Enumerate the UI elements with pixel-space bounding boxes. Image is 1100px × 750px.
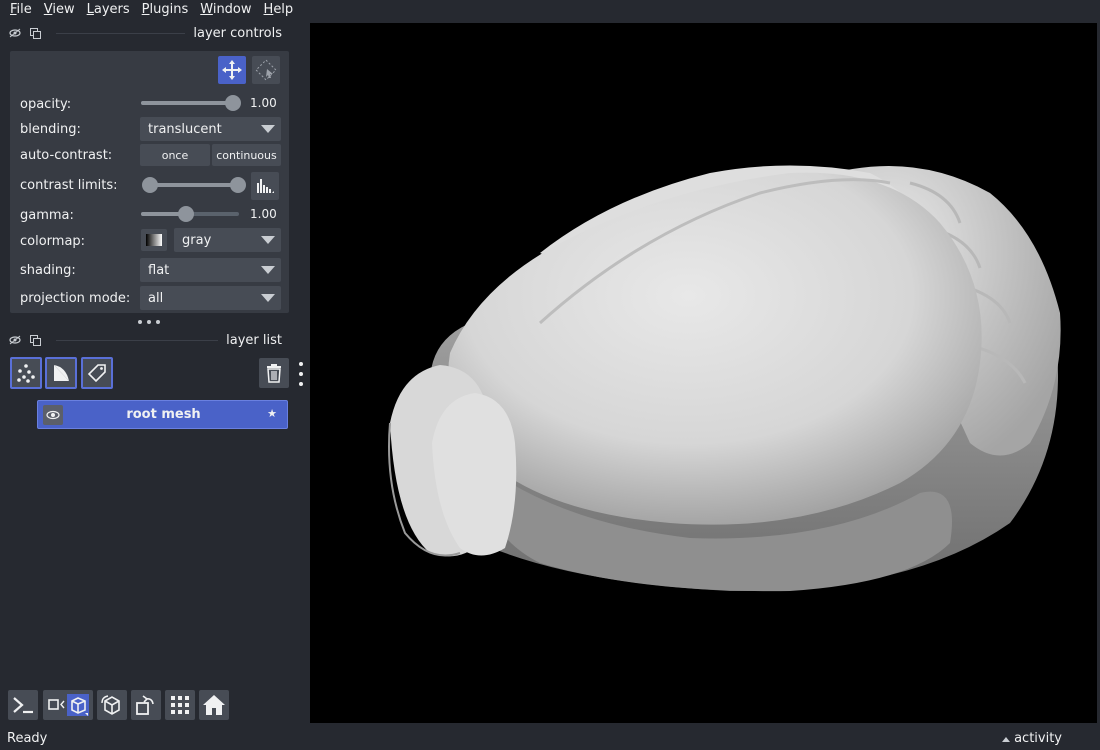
trash-icon [267, 364, 281, 383]
status-bar: Ready activity [0, 728, 1100, 750]
blending-select[interactable]: translucent [140, 117, 281, 141]
layer-item-root-mesh[interactable]: root mesh ★ [37, 400, 288, 429]
colormap-select[interactable]: gray [174, 228, 281, 252]
contrast-low-handle[interactable] [142, 177, 158, 193]
eye-toggle-icon[interactable] [8, 26, 22, 40]
gamma-label: gamma: [20, 208, 74, 223]
layer-name: root mesh [126, 407, 201, 422]
grid-view-button[interactable] [165, 690, 195, 720]
pan-zoom-button[interactable] [218, 56, 246, 84]
transpose-button[interactable] [131, 690, 161, 720]
gamma-value: 1.00 [250, 207, 277, 221]
opacity-value: 1.00 [250, 96, 277, 110]
transpose-icon [136, 695, 154, 715]
dot-icon [299, 382, 303, 386]
chevron-down-icon [261, 236, 275, 244]
cube-icon [101, 695, 120, 715]
gamma-slider[interactable] [141, 206, 239, 222]
menu-layers[interactable]: Layers [81, 0, 136, 20]
menu-bar: File View Layers Plugins Window Help [0, 0, 1100, 20]
dot-icon [147, 320, 151, 324]
contrast-limits-fill [145, 183, 242, 187]
menu-plugins[interactable]: Plugins [136, 0, 195, 20]
title-divider [56, 32, 186, 34]
roll-dimensions-button[interactable] [97, 690, 127, 720]
shading-value: flat [148, 262, 170, 278]
terminal-icon [13, 697, 33, 714]
projection-mode-select[interactable]: all [140, 286, 281, 310]
caret-up-icon [1002, 737, 1010, 742]
new-labels-layer-button[interactable] [81, 357, 113, 389]
select-transform-icon [255, 59, 277, 81]
projection-mode-label: projection mode: [20, 291, 131, 306]
move-arrows-icon [222, 60, 242, 80]
star-icon: ★ [267, 407, 277, 420]
dot-icon [138, 320, 142, 324]
status-message: Ready [7, 731, 48, 746]
chevron-down-icon [261, 125, 275, 133]
layer-list-titlebar: layer list [8, 330, 290, 350]
activity-button[interactable]: activity [1014, 731, 1062, 746]
dock-title-text: layer controls [193, 25, 282, 41]
opacity-label: opacity: [20, 97, 72, 112]
layer-controls-panel: opacity: 1.00 blending: translucent auto… [10, 51, 289, 313]
console-button[interactable] [8, 690, 38, 720]
menu-window[interactable]: Window [194, 0, 257, 20]
colormap-preview [141, 229, 167, 251]
histogram-icon [257, 179, 274, 193]
new-points-layer-button[interactable] [10, 357, 42, 389]
transform-button[interactable] [252, 56, 280, 84]
blending-value: translucent [148, 121, 222, 137]
float-dock-icon[interactable] [28, 333, 42, 347]
2d-3d-toggle-icon [48, 694, 89, 716]
opacity-slider-handle[interactable] [225, 95, 241, 111]
colormap-value: gray [182, 232, 212, 248]
more-options-button[interactable] [298, 362, 304, 386]
dot-icon [299, 372, 303, 376]
menu-file[interactable]: File [4, 0, 38, 20]
blending-label: blending: [20, 122, 81, 137]
brain-mesh-render [388, 165, 1061, 592]
chevron-down-icon [261, 266, 275, 274]
splitter-handle[interactable] [138, 318, 160, 326]
histogram-button[interactable] [251, 172, 279, 200]
contrast-limits-label: contrast limits: [20, 178, 118, 193]
delete-layer-button[interactable] [259, 358, 289, 388]
float-dock-icon[interactable] [28, 26, 42, 40]
shading-label: shading: [20, 263, 76, 278]
projection-mode-value: all [148, 290, 164, 306]
dock-title-text: layer list [226, 332, 282, 348]
colormap-label: colormap: [20, 234, 86, 249]
grid-icon [171, 696, 189, 714]
home-icon [203, 695, 225, 715]
opacity-slider-fill [141, 101, 235, 105]
menu-view[interactable]: View [38, 0, 81, 20]
points-icon [17, 364, 35, 383]
home-button[interactable] [199, 690, 229, 720]
layer-controls-titlebar: layer controls [8, 23, 290, 43]
tag-icon [87, 364, 106, 383]
viewer-canvas[interactable] [310, 23, 1097, 723]
ndisplay-toggle-button[interactable] [43, 690, 93, 720]
dot-icon [156, 320, 160, 324]
eye-toggle-icon[interactable] [8, 333, 22, 347]
title-divider [56, 339, 219, 341]
gamma-slider-handle[interactable] [178, 206, 194, 222]
shading-select[interactable]: flat [140, 258, 281, 282]
gradient-swatch-icon [146, 234, 162, 246]
auto-contrast-continuous-button[interactable]: continuous [212, 144, 281, 166]
dot-icon [299, 362, 303, 366]
opacity-slider[interactable] [141, 95, 241, 111]
auto-contrast-once-button[interactable]: once [140, 144, 210, 166]
chevron-down-icon [261, 294, 275, 302]
menu-help[interactable]: Help [258, 0, 300, 20]
contrast-limits-slider[interactable] [142, 177, 246, 193]
contrast-high-handle[interactable] [230, 177, 246, 193]
auto-contrast-label: auto-contrast: [20, 148, 113, 163]
new-shapes-layer-button[interactable] [45, 357, 77, 389]
shapes-icon [54, 365, 69, 381]
